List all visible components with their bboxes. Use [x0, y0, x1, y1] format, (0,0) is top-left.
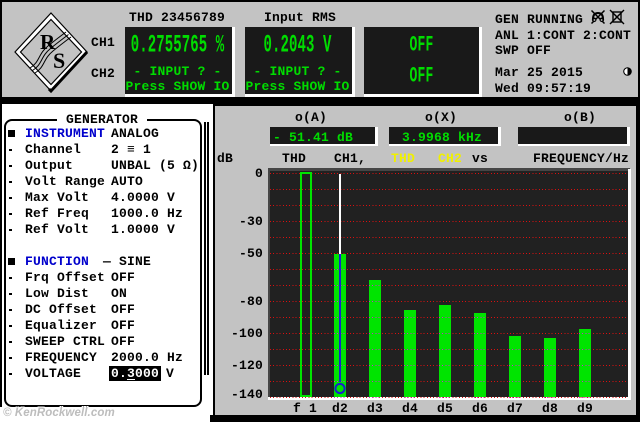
svg-text:S: S	[53, 48, 65, 73]
